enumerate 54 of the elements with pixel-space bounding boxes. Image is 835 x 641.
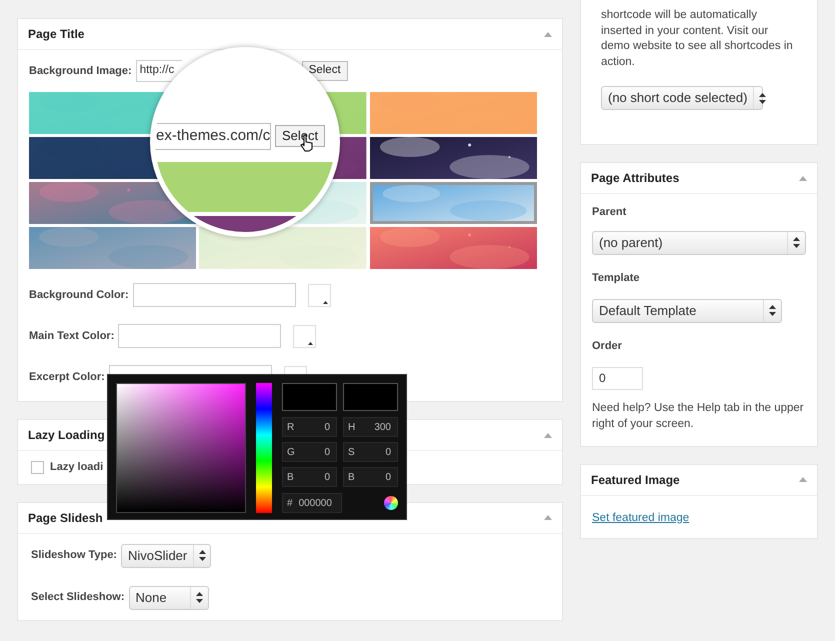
panel-title: Page Title (28, 26, 84, 43)
field-label: Parent (592, 205, 628, 220)
shortcode-description: shortcode will be automatically inserted in your content. Visit our demo website to see all shortcodes in action. (601, 8, 794, 70)
parent-dropdown[interactable]: (no parent) (592, 230, 806, 254)
field-label: Select Slideshow: (31, 590, 125, 606)
shortcode-dropdown[interactable]: (no short code selected) (601, 86, 763, 110)
new-color-preview (282, 383, 337, 411)
caret-icon (322, 300, 328, 304)
panel-title: Lazy Loading (28, 427, 105, 444)
hue-strip[interactable] (256, 383, 272, 513)
order-field[interactable]: 0 (592, 366, 643, 390)
channel-field[interactable]: B 0 (343, 467, 398, 487)
panel-title: Featured Image (591, 472, 680, 488)
caret-icon (308, 342, 314, 344)
dropdown[interactable]: None (128, 586, 209, 610)
panel-title: Page Slidesh (28, 510, 103, 526)
checkbox[interactable] (31, 460, 44, 474)
channel-field[interactable]: R 0 (282, 417, 337, 437)
updown-arrows-icon (769, 305, 776, 316)
color-field[interactable] (132, 283, 296, 307)
collapse-icon[interactable] (544, 515, 552, 520)
field-label: Lazy loadi (50, 460, 104, 475)
updown-arrows-icon (199, 550, 206, 561)
field-label: Excerpt Color: (29, 370, 105, 385)
channel-field[interactable]: G 0 (282, 442, 337, 462)
updown-arrows-icon (759, 92, 766, 104)
hex-field[interactable]: # 000000 (282, 493, 342, 513)
color-swatch-button[interactable] (308, 284, 331, 306)
collapse-icon[interactable] (544, 432, 552, 438)
field-label: Background Color: (29, 288, 129, 303)
color-wheel-icon[interactable] (384, 496, 398, 510)
channel-field[interactable]: S 0 (343, 442, 398, 462)
color-swatch-button[interactable] (293, 324, 316, 348)
updown-arrows-icon (793, 237, 800, 248)
template-dropdown[interactable]: Default Template (592, 298, 782, 322)
field-label: Background Image: (29, 64, 132, 79)
field-label: Slideshow Type: (31, 548, 117, 564)
field-label: Order (592, 340, 622, 352)
panel-title: Page Attributes (591, 170, 680, 187)
channel-field[interactable]: H 300 (343, 417, 398, 437)
current-color-preview (343, 383, 398, 411)
collapse-icon[interactable] (799, 176, 807, 180)
collapse-icon[interactable] (544, 32, 552, 36)
set-featured-image-link[interactable]: Set featured image (592, 512, 690, 524)
color-field[interactable] (118, 324, 282, 348)
dropdown[interactable]: NivoSlider (120, 544, 211, 568)
collapse-icon[interactable] (799, 477, 807, 482)
updown-arrows-icon (196, 592, 203, 603)
help-text: Need help? Use the Help tab in the upper right of your screen. (592, 400, 805, 432)
saturation-square[interactable] (116, 383, 246, 513)
field-label: Main Text Color: (29, 328, 114, 344)
field-label: Template (592, 272, 640, 284)
channel-field[interactable]: B 0 (282, 467, 337, 487)
url-field[interactable]: ex-themes.com/c (155, 122, 271, 150)
